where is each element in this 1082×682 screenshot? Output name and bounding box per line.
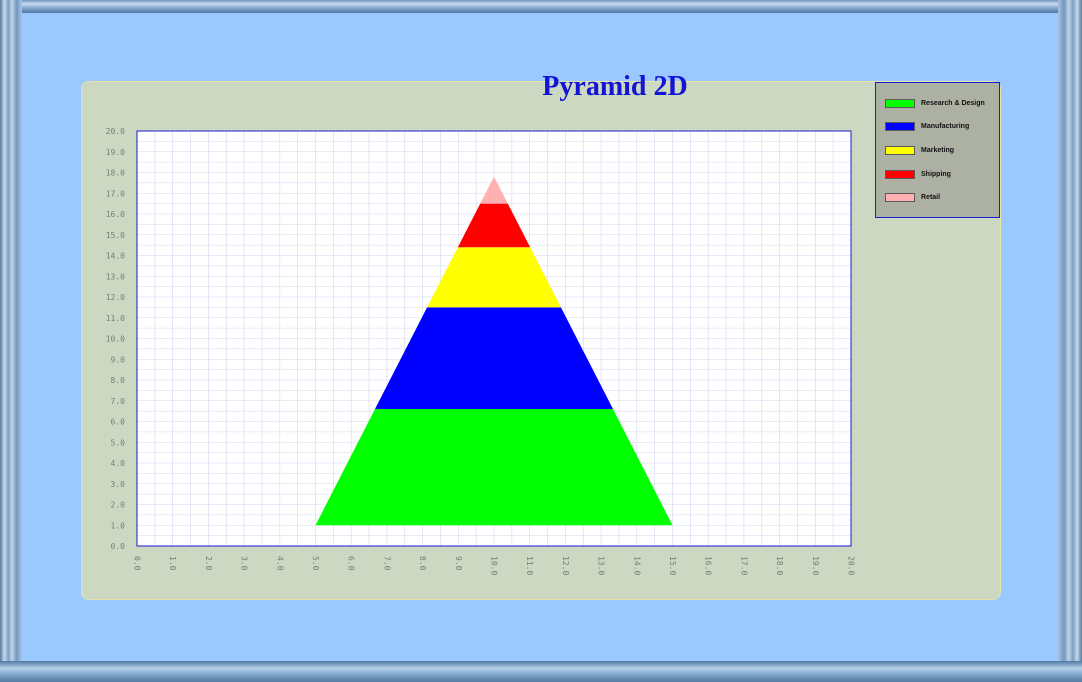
chart-legend: Research & Design Manufacturing Marketing S… bbox=[875, 82, 1000, 218]
x-tick-label: 10.0 bbox=[490, 556, 499, 575]
y-tick-label: 15.0 bbox=[106, 231, 125, 240]
y-tick-label: 6.0 bbox=[111, 418, 126, 427]
y-tick-label: 17.0 bbox=[106, 189, 125, 198]
x-tick-label: 0.0 bbox=[133, 556, 142, 571]
x-tick-label: 17.0 bbox=[739, 556, 748, 575]
x-tick-label: 3.0 bbox=[240, 556, 249, 571]
y-tick-label: 2.0 bbox=[111, 501, 126, 510]
legend-item: Manufacturing bbox=[885, 121, 969, 133]
y-tick-label: 1.0 bbox=[111, 521, 126, 530]
legend-swatch bbox=[885, 98, 915, 108]
legend-swatch bbox=[885, 169, 915, 179]
x-tick-label: 20.0 bbox=[847, 556, 856, 575]
y-tick-label: 13.0 bbox=[106, 272, 125, 281]
legend-label: Retail bbox=[921, 194, 941, 202]
legend-label: Manufacturing bbox=[921, 123, 970, 131]
y-tick-label: 8.0 bbox=[111, 376, 126, 385]
x-tick-label: 16.0 bbox=[704, 556, 713, 575]
chart-title: Pyramid 2D bbox=[542, 71, 688, 102]
x-tick-label: 5.0 bbox=[311, 556, 320, 571]
y-tick-label: 12.0 bbox=[106, 293, 125, 302]
x-tick-label: 2.0 bbox=[204, 556, 213, 571]
legend-label: Marketing bbox=[921, 146, 955, 154]
legend-item: Retail bbox=[885, 192, 940, 204]
legend-swatch bbox=[885, 193, 915, 203]
y-tick-label: 7.0 bbox=[111, 397, 126, 406]
legend-label: Research & Design bbox=[921, 99, 985, 107]
x-tick-label: 1.0 bbox=[168, 556, 177, 571]
y-tick-label: 18.0 bbox=[106, 169, 125, 178]
y-tick-label: 20.0 bbox=[106, 127, 125, 136]
x-tick-label: 15.0 bbox=[668, 556, 677, 575]
y-tick-label: 5.0 bbox=[111, 438, 126, 447]
x-tick-label: 18.0 bbox=[775, 556, 784, 575]
y-tick-label: 19.0 bbox=[106, 148, 125, 157]
legend-label: Shipping bbox=[921, 170, 951, 178]
x-tick-label: 11.0 bbox=[525, 556, 534, 575]
x-tick-label: 8.0 bbox=[418, 556, 427, 571]
x-tick-label: 14.0 bbox=[632, 556, 641, 575]
x-tick-label: 4.0 bbox=[275, 556, 284, 571]
y-tick-label: 16.0 bbox=[106, 210, 125, 219]
x-tick-label: 9.0 bbox=[454, 556, 463, 571]
x-tick-label: 13.0 bbox=[597, 556, 606, 575]
x-tick-label: 6.0 bbox=[347, 556, 356, 571]
y-tick-label: 4.0 bbox=[111, 459, 126, 468]
x-tick-label: 12.0 bbox=[561, 556, 570, 575]
y-tick-label: 10.0 bbox=[106, 335, 125, 344]
legend-swatch bbox=[885, 122, 915, 132]
y-tick-label: 11.0 bbox=[106, 314, 125, 323]
y-tick-label: 9.0 bbox=[111, 355, 126, 364]
pyramid-segment-research-design bbox=[315, 409, 673, 526]
y-tick-label: 14.0 bbox=[106, 252, 125, 261]
legend-item: Research & Design bbox=[885, 97, 985, 109]
legend-item: Shipping bbox=[885, 168, 951, 180]
y-tick-label: 3.0 bbox=[111, 480, 126, 489]
legend-item: Marketing bbox=[885, 144, 954, 156]
legend-swatch bbox=[885, 145, 915, 155]
x-tick-label: 19.0 bbox=[811, 556, 820, 575]
x-tick-label: 7.0 bbox=[382, 556, 391, 571]
y-tick-label: 0.0 bbox=[111, 542, 126, 551]
